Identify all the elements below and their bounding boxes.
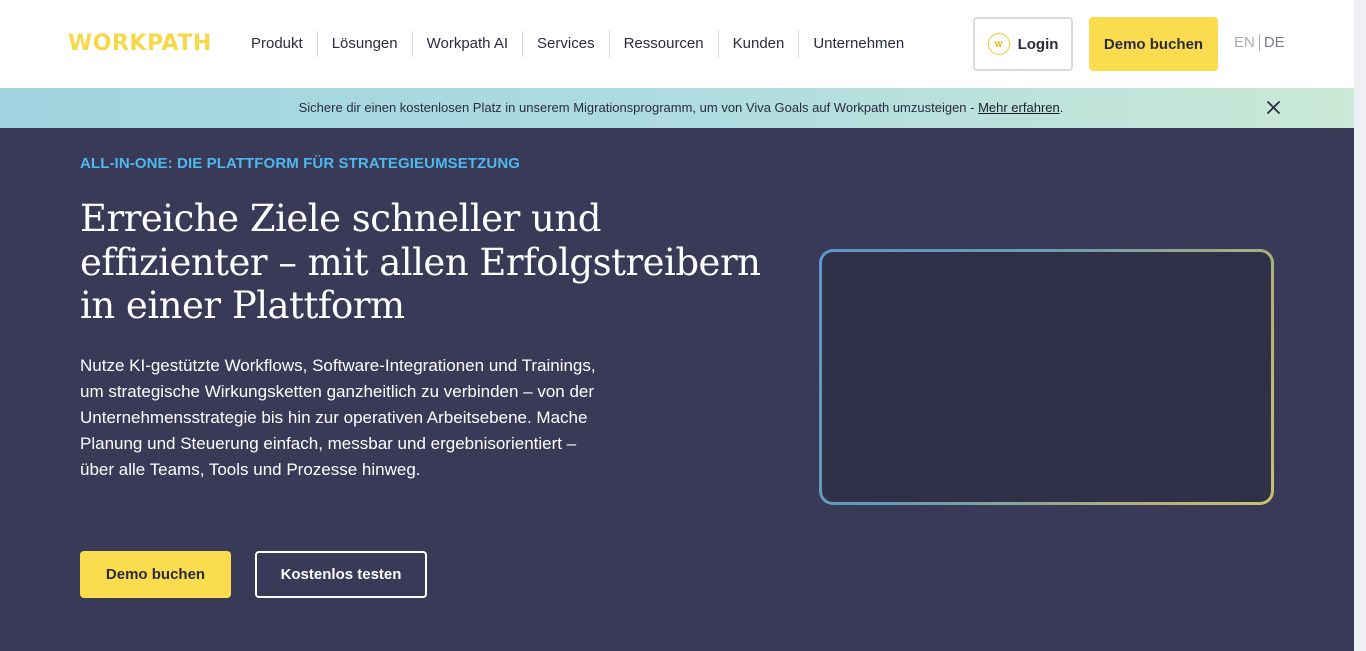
nav-item-loesungen[interactable]: Lösungen	[316, 31, 412, 57]
nav-item-services[interactable]: Services	[522, 31, 609, 57]
hero-media-frame	[819, 249, 1274, 505]
hero-headline: Erreiche Ziele schneller und effizienter…	[80, 197, 761, 327]
lang-divider	[1258, 34, 1260, 51]
nav-item-ressourcen[interactable]: Ressourcen	[608, 31, 718, 57]
nav-item-workpath-ai[interactable]: Workpath AI	[411, 31, 522, 57]
login-label: Login	[1017, 35, 1059, 53]
demo-button-header[interactable]: Demo buchen	[1089, 17, 1218, 71]
nav-item-produkt[interactable]: Produkt	[237, 31, 317, 57]
hero-eyebrow: ALL-IN-ONE: DIE PLATTFORM FÜR STRATEGIEU…	[80, 155, 521, 172]
login-button[interactable]: W Login	[973, 17, 1073, 71]
banner-link[interactable]: Mehr erfahren	[978, 100, 1060, 115]
lang-de[interactable]: DE	[1264, 34, 1285, 51]
banner-suffix: .	[1059, 100, 1064, 115]
main-nav: Produkt Lösungen Workpath AI Services Re…	[237, 31, 918, 57]
language-switcher: EN DE	[1234, 34, 1285, 51]
nav-item-unternehmen[interactable]: Unternehmen	[798, 31, 918, 57]
demo-button-hero[interactable]: Demo buchen	[80, 551, 231, 598]
lang-en[interactable]: EN	[1234, 34, 1255, 51]
workpath-coin-icon: W	[987, 33, 1010, 55]
free-trial-button[interactable]: Kostenlos testen	[255, 551, 427, 598]
close-icon[interactable]	[1265, 99, 1282, 116]
hero-media-placeholder	[822, 252, 1271, 502]
hero-description: Nutze KI-gestützte Workflows, Software-I…	[80, 356, 596, 479]
banner-message: Sichere dir einen kostenlosen Platz in u…	[0, 100, 1362, 115]
migration-banner: Sichere dir einen kostenlosen Platz in u…	[0, 88, 1366, 128]
workpath-logo[interactable]: WORKPATH	[68, 31, 212, 56]
banner-text: Sichere dir einen kostenlosen Platz in u…	[298, 100, 979, 115]
nav-item-kunden[interactable]: Kunden	[717, 31, 799, 57]
page-scrollbar[interactable]	[1354, 0, 1366, 651]
site-header: WORKPATH Produkt Lösungen Workpath AI Se…	[0, 0, 1366, 88]
